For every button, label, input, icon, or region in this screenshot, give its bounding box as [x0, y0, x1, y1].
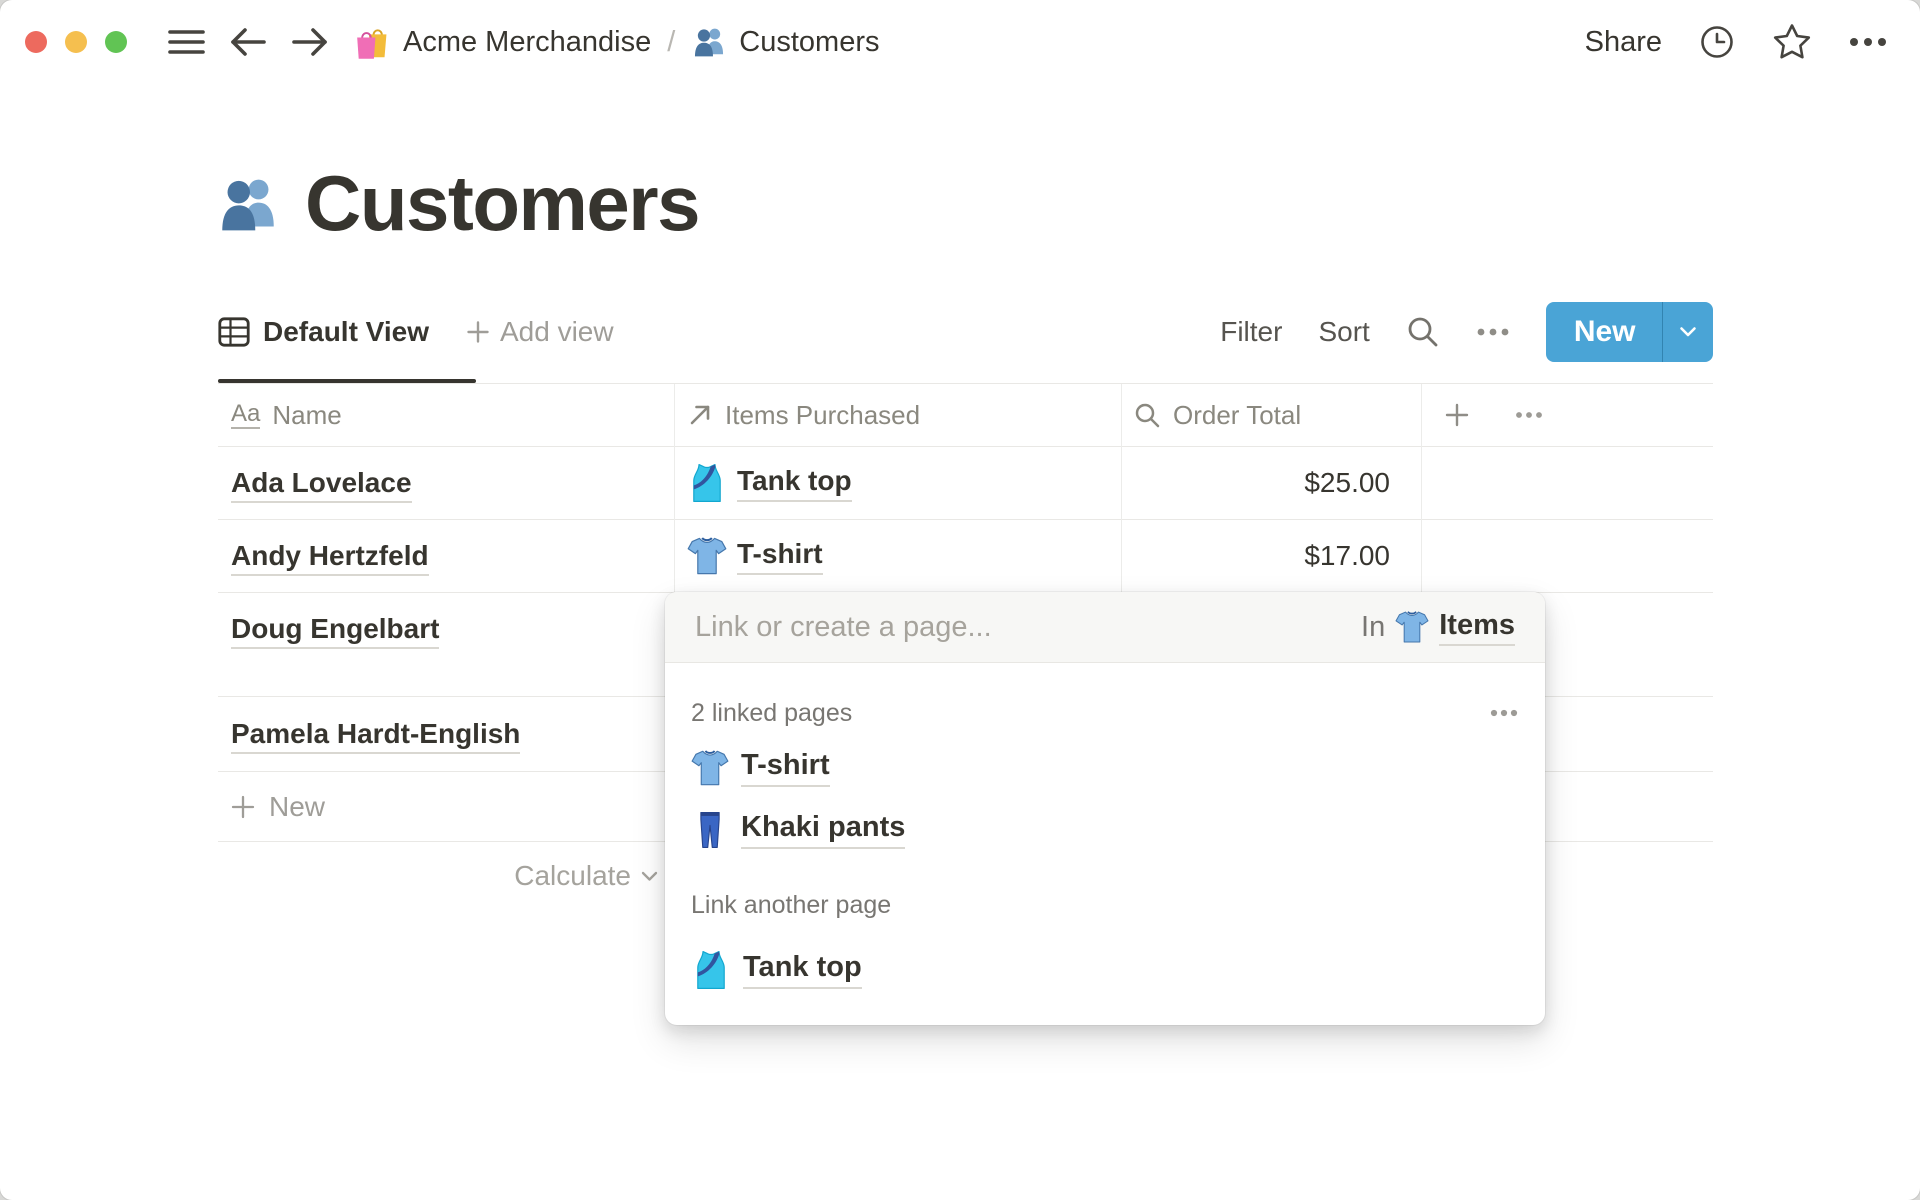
- tab-default-view[interactable]: Default View: [218, 316, 429, 348]
- rollup-magnifier-icon: [1135, 403, 1160, 427]
- breadcrumb-separator: /: [667, 25, 676, 58]
- page-icon-people[interactable]: [215, 171, 281, 237]
- cell-name[interactable]: Pamela Hardt-English: [218, 718, 674, 754]
- tshirt-icon: [691, 749, 729, 787]
- add-view-button[interactable]: Add view: [467, 316, 614, 348]
- forward-arrow-icon[interactable]: [291, 25, 329, 59]
- cell-order-total[interactable]: $17.00: [1121, 540, 1421, 572]
- tank-top-icon: [687, 463, 727, 503]
- add-view-label: Add view: [499, 316, 614, 347]
- new-record-dropdown-button[interactable]: [1663, 302, 1713, 362]
- breadcrumb-workspace[interactable]: Acme Merchandise: [353, 23, 651, 61]
- jeans-icon: [691, 811, 729, 849]
- close-window-button[interactable]: [25, 31, 47, 53]
- new-record-button[interactable]: New: [1546, 302, 1662, 362]
- link-another-section-header: Link another page: [691, 888, 1519, 922]
- cell-name[interactable]: Andy Hertzfeld: [218, 540, 674, 576]
- linked-page-label: T-shirt: [741, 749, 830, 787]
- suggested-page-item[interactable]: Tank top: [691, 942, 1519, 998]
- table-row: Andy Hertzfeld T-shirt $17.00: [218, 520, 1713, 593]
- window-titlebar: Acme Merchandise / Customers Share: [0, 0, 1920, 84]
- page-link[interactable]: Andy Hertzfeld: [231, 540, 429, 576]
- cell-items-purchased[interactable]: Tank top: [674, 463, 1121, 503]
- minimize-window-button[interactable]: [65, 31, 87, 53]
- breadcrumb-workspace-label: Acme Merchandise: [403, 25, 652, 58]
- updates-clock-icon[interactable]: [1698, 23, 1736, 61]
- cell-name[interactable]: Ada Lovelace: [218, 467, 674, 503]
- relation-picker-header: Link or create a page... In Items: [665, 592, 1545, 663]
- linked-page-item[interactable]: Khaki pants: [691, 804, 1519, 856]
- cell-name[interactable]: Doug Engelbart: [218, 593, 674, 649]
- column-header-name-label: Name: [272, 399, 342, 430]
- column-header-name[interactable]: Aa Name: [218, 400, 674, 431]
- active-tab-underline: [218, 379, 476, 383]
- tab-default-view-label: Default View: [263, 316, 429, 347]
- favorite-star-icon[interactable]: [1772, 23, 1812, 61]
- search-icon[interactable]: [1406, 315, 1440, 349]
- calculate-button[interactable]: Calculate: [218, 860, 674, 892]
- table-header-row: Aa Name Items Purchased Order Total: [218, 384, 1713, 447]
- page-link[interactable]: Doug Engelbart: [231, 613, 440, 649]
- column-header-items-purchased[interactable]: Items Purchased: [674, 400, 1121, 431]
- zoom-window-button[interactable]: [105, 31, 127, 53]
- cell-order-total[interactable]: $25.00: [1121, 467, 1421, 499]
- breadcrumb: Acme Merchandise / Customers: [353, 23, 879, 61]
- column-header-order-total[interactable]: Order Total: [1121, 400, 1421, 431]
- add-column-button[interactable]: [1445, 403, 1469, 427]
- table-options-icon[interactable]: [1515, 411, 1543, 419]
- column-header-order-total-label: Order Total: [1173, 399, 1302, 430]
- suggested-page-label: Tank top: [743, 951, 862, 989]
- table-view-icon: [218, 317, 250, 347]
- relation-scope: In Items: [1361, 609, 1515, 646]
- breadcrumb-page-label: Customers: [739, 25, 880, 58]
- relation-picker-popup: Link or create a page... In Items 2 link…: [665, 592, 1545, 1025]
- column-header-items-label: Items Purchased: [725, 399, 921, 430]
- chevron-down-icon: [1680, 327, 1696, 337]
- tank-top-icon: [691, 950, 731, 990]
- text-property-icon: Aa: [231, 401, 261, 430]
- view-options-icon[interactable]: [1476, 328, 1510, 336]
- tshirt-icon: [687, 536, 727, 576]
- chevron-down-icon: [641, 871, 658, 881]
- link-search-input[interactable]: Link or create a page...: [695, 611, 1361, 644]
- linked-pages-options-icon[interactable]: [1489, 709, 1519, 717]
- item-page-link[interactable]: T-shirt: [737, 538, 823, 575]
- collection-toolbar: Default View Add view Filter Sort New: [218, 300, 1713, 364]
- calculate-label: Calculate: [514, 860, 631, 891]
- item-page-link[interactable]: Tank top: [737, 465, 852, 502]
- link-another-label: Link another page: [691, 890, 892, 919]
- breadcrumb-page[interactable]: Customers: [691, 24, 879, 60]
- page-link[interactable]: Pamela Hardt-English: [231, 718, 521, 754]
- linked-pages-section-header: 2 linked pages: [691, 696, 1519, 730]
- scope-database-link[interactable]: Items: [1439, 609, 1515, 646]
- more-options-icon[interactable]: [1848, 37, 1888, 47]
- shopping-bags-icon: [353, 23, 391, 61]
- linked-pages-count-label: 2 linked pages: [691, 698, 853, 727]
- filter-button[interactable]: Filter: [1220, 316, 1282, 348]
- back-arrow-icon[interactable]: [229, 25, 267, 59]
- plus-icon: [467, 321, 489, 343]
- window-controls: [25, 31, 127, 53]
- relation-arrow-icon: [690, 405, 710, 425]
- page-link[interactable]: Ada Lovelace: [231, 467, 412, 503]
- linked-page-label: Khaki pants: [741, 811, 906, 849]
- page-header: Customers: [215, 158, 700, 249]
- people-icon: [691, 24, 727, 60]
- new-row-label: New: [269, 790, 326, 822]
- linked-page-item[interactable]: T-shirt: [691, 742, 1519, 794]
- page-title[interactable]: Customers: [305, 158, 700, 249]
- scope-prefix-label: In: [1361, 610, 1386, 643]
- new-record-split-button: New: [1545, 302, 1713, 362]
- cell-items-purchased[interactable]: T-shirt: [674, 536, 1121, 576]
- new-record-label: New: [1573, 315, 1636, 348]
- table-row: Ada Lovelace Tank top $25.00: [218, 447, 1713, 520]
- sort-button[interactable]: Sort: [1318, 316, 1369, 348]
- plus-icon: [1445, 403, 1469, 427]
- plus-icon: [231, 795, 255, 818]
- share-button[interactable]: Share: [1585, 26, 1662, 59]
- tshirt-icon: [1395, 610, 1429, 644]
- sidebar-menu-icon[interactable]: [168, 29, 205, 55]
- app-window: Acme Merchandise / Customers Share Custo…: [0, 0, 1920, 1200]
